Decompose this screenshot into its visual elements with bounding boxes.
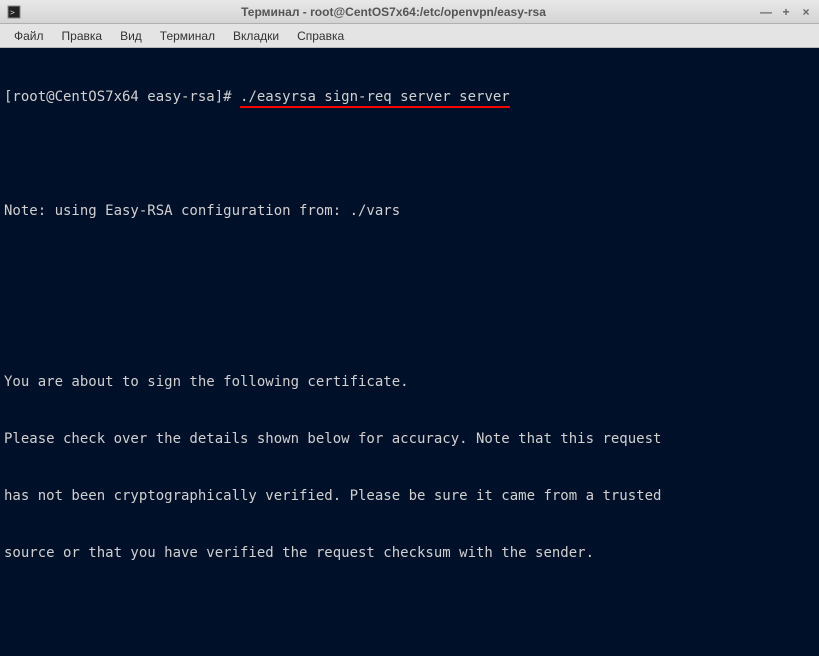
menu-terminal[interactable]: Терминал bbox=[152, 27, 223, 45]
maximize-button[interactable]: + bbox=[779, 5, 793, 19]
menu-tabs[interactable]: Вкладки bbox=[225, 27, 287, 45]
output-line: Note: using Easy-RSA configuration from:… bbox=[4, 202, 815, 221]
window-title: Терминал - root@CentOS7x64:/etc/openvpn/… bbox=[28, 5, 759, 19]
window-controls: — + × bbox=[759, 5, 813, 19]
menu-file[interactable]: Файл bbox=[6, 27, 52, 45]
minimize-button[interactable]: — bbox=[759, 5, 773, 19]
app-icon: > bbox=[6, 4, 22, 20]
output-line: source or that you have verified the req… bbox=[4, 544, 815, 563]
svg-text:>: > bbox=[10, 8, 15, 17]
blank-line bbox=[4, 316, 815, 335]
prompt: [root@CentOS7x64 easy-rsa]# bbox=[4, 89, 240, 105]
menu-view[interactable]: Вид bbox=[112, 27, 150, 45]
prompt-line: [root@CentOS7x64 easy-rsa]# ./easyrsa si… bbox=[4, 88, 815, 107]
menu-help[interactable]: Справка bbox=[289, 27, 352, 45]
close-button[interactable]: × bbox=[799, 5, 813, 19]
output-line: Please check over the details shown belo… bbox=[4, 430, 815, 449]
terminal-output[interactable]: [root@CentOS7x64 easy-rsa]# ./easyrsa si… bbox=[0, 48, 819, 656]
output-line: You are about to sign the following cert… bbox=[4, 373, 815, 392]
blank-line bbox=[4, 145, 815, 164]
terminal-window: > Терминал - root@CentOS7x64:/etc/openvp… bbox=[0, 0, 819, 656]
blank-line bbox=[4, 601, 815, 620]
menubar: Файл Правка Вид Терминал Вкладки Справка bbox=[0, 24, 819, 48]
titlebar: > Терминал - root@CentOS7x64:/etc/openvp… bbox=[0, 0, 819, 24]
output-line: has not been cryptographically verified.… bbox=[4, 487, 815, 506]
menu-edit[interactable]: Правка bbox=[54, 27, 111, 45]
blank-line bbox=[4, 259, 815, 278]
command: ./easyrsa sign-req server server bbox=[240, 89, 510, 108]
